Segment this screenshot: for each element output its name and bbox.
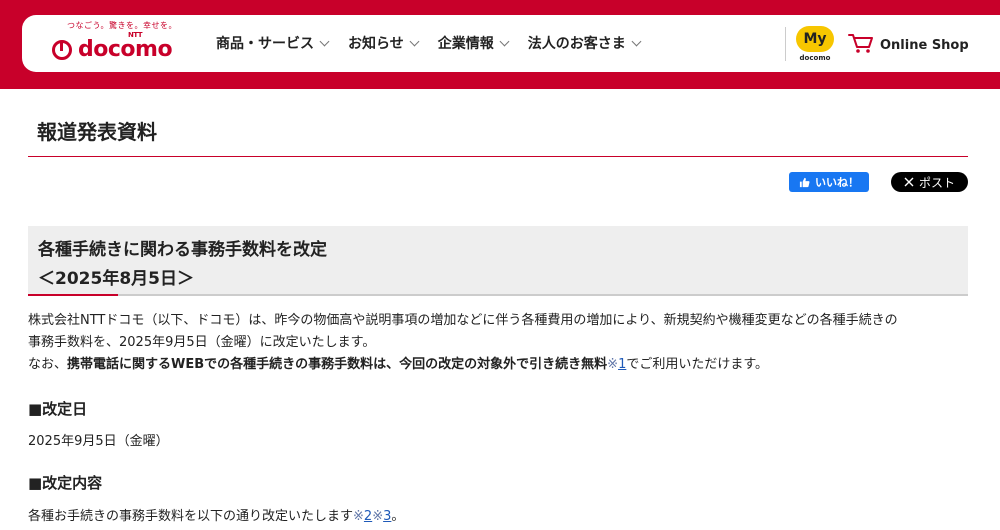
headline-accent-bar xyxy=(28,294,118,296)
footnote-link-2[interactable]: 2 xyxy=(364,509,372,524)
chevron-down-icon xyxy=(409,36,420,46)
footnote-mark: ※ xyxy=(607,357,619,372)
cart-icon xyxy=(848,32,874,58)
nav-item-label: 法人のお客さま xyxy=(527,36,626,52)
facebook-like-label: いいね！ xyxy=(815,176,859,189)
section-heading-details: ■改定内容 xyxy=(28,474,103,492)
chevron-down-icon xyxy=(631,36,642,46)
footnote-mark: ※ xyxy=(353,509,364,524)
nav-item-label: 企業情報 xyxy=(437,36,494,52)
section-body-end: 。 xyxy=(391,509,405,524)
paragraph-line: 株式会社NTTドコモ（以下、ドコモ）は、昨今の物価高や説明事項の増加などに伴う各… xyxy=(28,313,898,328)
section-body-details: 各種お手続きの事務手数料を以下の通り改定いたします※2※3。 xyxy=(28,505,404,524)
page-title: 報道発表資料 xyxy=(37,120,157,144)
paragraph-emphasis: 携帯電話に関するWEBでの各種手続きの事務手数料は、今回の改定の対象外で引き続き… xyxy=(67,357,608,372)
article-date: ＜2025年8月5日＞ xyxy=(38,269,194,289)
my-docomo-badge: My xyxy=(796,26,834,52)
logo-text: docomo xyxy=(78,37,173,62)
paragraph-suffix: でご利用いただけます。 xyxy=(626,357,769,372)
logo-wordmark: NTT docomo xyxy=(78,31,173,62)
article-headline-box: 各種手続きに関わる事務手数料を改定 ＜2025年8月5日＞ xyxy=(28,226,968,294)
thumbs-up-icon xyxy=(799,177,810,188)
section-body-text: 各種お手続きの事務手数料を以下の通り改定いたします xyxy=(28,509,354,524)
header-divider xyxy=(785,27,786,61)
article-headline: 各種手続きに関わる事務手数料を改定 xyxy=(38,240,327,260)
paragraph-line: 事務手数料を、2025年9月5日（金曜）に改定いたします。 xyxy=(28,335,376,350)
footnote-mark: ※ xyxy=(372,509,384,524)
docomo-logo-icon xyxy=(52,39,72,60)
my-docomo-button[interactable]: My docomo xyxy=(795,26,835,62)
site-header: つなごう。驚きを。幸せを。 NTT docomo 商品・サービス お知らせ 企業… xyxy=(22,15,1000,72)
x-post-button[interactable]: ポスト xyxy=(891,172,968,192)
paragraph-prefix: なお、 xyxy=(28,357,68,372)
nav-item-label: お知らせ xyxy=(348,36,404,52)
section-heading-date: ■改定日 xyxy=(28,400,88,418)
nav-item-corporate[interactable]: 企業情報 xyxy=(437,33,510,53)
main-nav: 商品・サービス お知らせ 企業情報 法人のお客さま xyxy=(216,33,660,53)
nav-item-label: 商品・サービス xyxy=(216,36,314,52)
headline-divider xyxy=(28,294,968,296)
logo-ntt-label: NTT xyxy=(127,31,143,39)
article-body: 株式会社NTTドコモ（以下、ドコモ）は、昨今の物価高や説明事項の増加などに伴う各… xyxy=(28,310,978,376)
section-body-date: 2025年9月5日（金曜） xyxy=(28,434,169,449)
nav-item-business[interactable]: 法人のお客さま xyxy=(527,33,642,53)
chevron-down-icon xyxy=(499,36,510,46)
chevron-down-icon xyxy=(319,36,330,46)
my-docomo-sublabel: docomo xyxy=(799,54,831,62)
online-shop-link[interactable]: Online Shop xyxy=(848,32,969,58)
x-post-label: ポスト xyxy=(918,175,955,190)
nav-item-products[interactable]: 商品・サービス xyxy=(216,33,330,53)
title-divider xyxy=(28,156,968,157)
nav-item-news[interactable]: お知らせ xyxy=(348,33,420,53)
docomo-logo[interactable]: NTT docomo xyxy=(52,31,173,62)
brand-tagline: つなごう。驚きを。幸せを。 xyxy=(67,21,178,30)
x-logo-icon xyxy=(904,177,914,187)
online-shop-label: Online Shop xyxy=(880,37,969,53)
facebook-like-button[interactable]: いいね！ xyxy=(789,172,869,192)
paragraph-note: なお、携帯電話に関するWEBでの各種手続きの事務手数料は、今回の改定の対象外で引… xyxy=(28,354,978,376)
